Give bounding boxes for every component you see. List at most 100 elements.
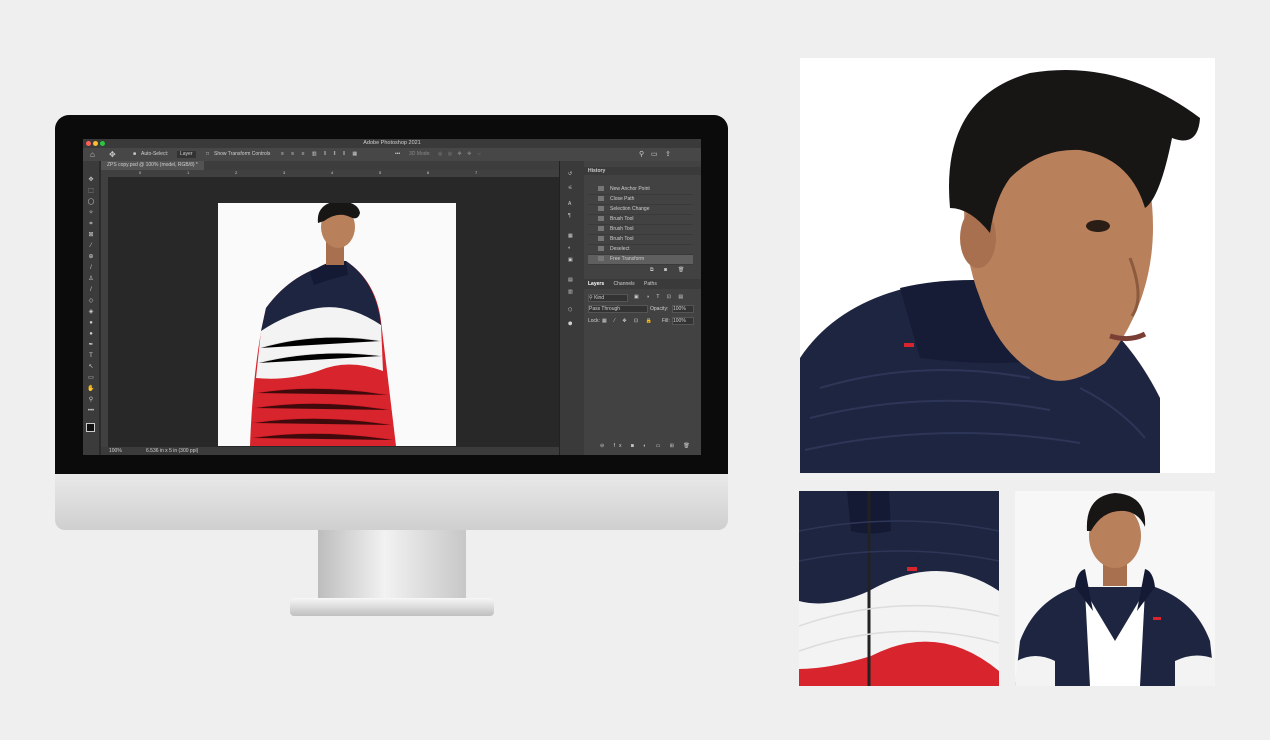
model-back-view-image xyxy=(250,203,396,446)
document-size: 6.536 in x 5 in (300 ppi) xyxy=(146,448,199,454)
lasso-tool-icon[interactable]: ◯ xyxy=(87,199,95,205)
3d-mode-label: 3D Mode: xyxy=(409,151,431,157)
layers-panel-icon[interactable]: ▥ xyxy=(568,289,573,295)
trash-icon[interactable]: 🗑 xyxy=(678,267,684,273)
history-item-label: Brush Tool xyxy=(610,226,634,232)
history-title[interactable]: History xyxy=(584,168,605,174)
history-item[interactable]: Deselect xyxy=(588,245,693,255)
align-icons[interactable]: ≡ ≡ ≡ ▥ ‖ ‖ ‖ ▦ xyxy=(281,148,360,161)
eyedropper-tool-icon[interactable]: ⁄ xyxy=(87,243,95,249)
brush-tool-icon[interactable]: / xyxy=(87,265,95,271)
auto-select-checkbox[interactable]: ■ xyxy=(133,148,136,161)
move-tool-icon[interactable]: ✥ xyxy=(109,148,116,161)
history-item-label: New Anchor Point xyxy=(610,186,650,192)
hand-tool-icon[interactable]: ✋ xyxy=(87,386,95,392)
history-state-icon xyxy=(598,186,604,192)
eraser-tool-icon[interactable]: ◇ xyxy=(87,298,95,304)
history-item[interactable]: Brush Tool xyxy=(588,235,693,245)
maximize-window-button[interactable] xyxy=(100,141,105,146)
properties-panel-icon[interactable]: ▣ xyxy=(568,257,573,263)
home-icon[interactable]: ⌂ xyxy=(90,148,95,161)
history-state-icon xyxy=(598,206,604,212)
stamp-tool-icon[interactable]: ♙ xyxy=(87,276,95,282)
libraries-panel-icon[interactable]: ▤ xyxy=(568,277,573,283)
crop-tool-icon[interactable]: ⌗ xyxy=(87,221,95,227)
monitor-stand-base xyxy=(290,598,494,616)
marquee-tool-icon[interactable]: ⬚ xyxy=(87,188,95,194)
history-item[interactable]: Close Path xyxy=(588,195,693,205)
history-item-label: Deselect xyxy=(610,246,630,252)
camera-icon[interactable]: ◙ xyxy=(664,267,667,273)
tab-layers[interactable]: Layers xyxy=(584,281,608,287)
layer-filter-dropdown[interactable]: ⚲ Kind xyxy=(588,294,628,302)
workspace-icon[interactable]: ▭ xyxy=(651,148,658,161)
shape-tool-icon[interactable]: ▭ xyxy=(87,375,95,381)
brand-flag-icon xyxy=(904,343,914,347)
layer-filter-icons[interactable]: ▣ ◑ T ⊡ ▤ xyxy=(634,294,686,300)
zoom-level[interactable]: 100% xyxy=(109,447,122,455)
move-tool-icon[interactable]: ✥ xyxy=(87,177,95,183)
search-icon[interactable]: ⚲ xyxy=(639,148,644,161)
blend-mode-dropdown[interactable]: Pass Through xyxy=(588,305,648,313)
auto-select-dropdown[interactable]: Layer xyxy=(177,151,196,158)
ruler-tick: 3 xyxy=(283,170,286,175)
history-item-label: Brush Tool xyxy=(610,236,634,242)
jacket-detail-photo xyxy=(799,491,999,686)
model-eye xyxy=(1086,220,1110,232)
ruler-tick: 1 xyxy=(187,170,190,175)
healing-tool-icon[interactable]: ⊕ xyxy=(87,254,95,260)
swatches-panel-icon[interactable]: ▦ xyxy=(568,233,573,239)
type-tool-icon[interactable]: T xyxy=(87,353,95,359)
history-item-label: Brush Tool xyxy=(610,216,634,222)
history-item[interactable]: New Anchor Point xyxy=(588,185,693,195)
character-panel-icon[interactable]: A xyxy=(568,201,571,207)
foreground-color-swatch[interactable] xyxy=(86,423,95,432)
snapshot-icon[interactable]: ⧉ xyxy=(650,267,654,273)
history-item[interactable]: Selection Change xyxy=(588,205,693,215)
pen-tool-icon[interactable]: ✒ xyxy=(87,342,95,348)
close-window-button[interactable] xyxy=(86,141,91,146)
right-panel: History New Anchor Point Close Path Sele… xyxy=(584,161,701,455)
document-tab[interactable]: ZPS copy.psd @ 100% (model, RGB/8) * xyxy=(101,161,204,170)
share-icon[interactable]: ⇪ xyxy=(665,148,671,161)
tab-paths[interactable]: Paths xyxy=(640,281,661,287)
magic-wand-tool-icon[interactable]: ✧ xyxy=(87,210,95,216)
more-options-icon[interactable]: ••• xyxy=(395,148,400,161)
3d-panel-icon[interactable]: ⬡ xyxy=(568,307,572,313)
layer-actions-icons[interactable]: ⊖ fx ◙ ◐ ▭ ⊞ 🗑 xyxy=(600,443,694,449)
history-item[interactable]: Brush Tool xyxy=(588,215,693,225)
monitor-stand-neck xyxy=(318,530,466,600)
status-bar: 100% 6.536 in x 5 in (300 ppi) xyxy=(101,447,559,455)
frame-tool-icon[interactable]: ⊠ xyxy=(87,232,95,238)
model-front-image xyxy=(1015,493,1215,686)
minimize-window-button[interactable] xyxy=(93,141,98,146)
tools-panel: ✥ ⬚ ◯ ✧ ⌗ ⊠ ⁄ ⊕ / ♙ / ◇ ◈ ● ● ✒ T ↖ ▭ ✋ … xyxy=(83,161,99,455)
blur-tool-icon[interactable]: ● xyxy=(87,320,95,326)
paragraph-panel-icon[interactable]: ¶ xyxy=(568,213,571,219)
edit-toolbar-icon[interactable]: ••• xyxy=(87,408,95,414)
history-item-label: Selection Change xyxy=(610,206,650,212)
fill-input[interactable]: 100% xyxy=(672,317,694,325)
tab-channels[interactable]: Channels xyxy=(610,281,639,287)
history-brush-icon[interactable]: / xyxy=(87,287,95,293)
brush-state-icon xyxy=(598,216,604,222)
transform-controls-checkbox[interactable]: □ xyxy=(206,148,209,161)
dodge-tool-icon[interactable]: ● xyxy=(87,331,95,337)
opacity-input[interactable]: 100% xyxy=(672,305,694,313)
history-item-selected[interactable]: Free Transform xyxy=(588,255,693,265)
jacket-detail-image xyxy=(799,491,999,686)
options-bar: ⌂ ✥ ■ Auto-Select: Layer □ Show Transfor… xyxy=(83,148,701,161)
color-panel-icon[interactable]: ◐ xyxy=(568,245,571,251)
brush-state-icon xyxy=(598,226,604,232)
styles-panel-icon[interactable]: ⬢ xyxy=(568,321,572,327)
lock-icons[interactable]: ▦ ⁄ ✥ ⊡ 🔒 xyxy=(602,318,655,324)
history-item[interactable]: Brush Tool xyxy=(588,225,693,235)
document-canvas[interactable] xyxy=(218,203,456,446)
adjustments-panel-icon[interactable]: ⚟ xyxy=(568,185,572,191)
history-panel-icon[interactable]: ↺ xyxy=(568,171,572,177)
3d-mode-icons[interactable]: ◎ ◎ ✥ ✥ ⇔ xyxy=(438,148,484,161)
zoom-tool-icon[interactable]: ⚲ xyxy=(87,397,95,403)
auto-select-label: Auto-Select: xyxy=(141,151,169,157)
gradient-tool-icon[interactable]: ◈ xyxy=(87,309,95,315)
path-selection-icon[interactable]: ↖ xyxy=(87,364,95,370)
